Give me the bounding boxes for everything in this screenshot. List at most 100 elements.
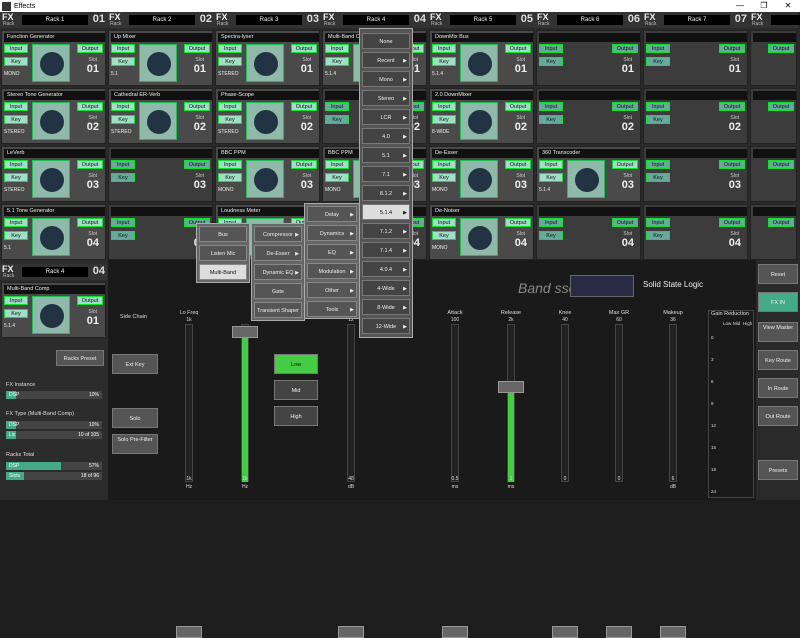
slot-name[interactable] xyxy=(646,207,747,216)
input-button[interactable]: Input xyxy=(4,218,28,227)
plugin-thumbnail[interactable] xyxy=(32,160,70,198)
format-option-7-1[interactable]: 7.1 ▶ xyxy=(362,166,410,182)
fader[interactable]: Makeup 36 6 dB xyxy=(658,310,688,638)
fader-knob[interactable] xyxy=(176,626,202,638)
in-route-button[interactable]: In Route xyxy=(758,378,798,398)
input-button[interactable]: Input xyxy=(325,102,349,111)
format-option-recent[interactable]: Recent ▶ xyxy=(362,52,410,68)
dynamics-transient-shaper[interactable]: Transient Shaper xyxy=(254,302,302,318)
output-button[interactable]: Output xyxy=(505,160,531,169)
slot-name[interactable] xyxy=(753,149,796,158)
rack-slot[interactable]: Input Key Output Slot 03 xyxy=(643,146,748,202)
slot-name[interactable]: Phase-Scope xyxy=(218,91,319,100)
format-option-4-0[interactable]: 4.0 ▶ xyxy=(362,128,410,144)
input-button[interactable]: Input xyxy=(325,160,349,169)
dynamics-compressor[interactable]: Compressor ▶ xyxy=(254,226,302,242)
key-button[interactable]: Key xyxy=(218,115,242,124)
input-button[interactable]: Input xyxy=(646,160,670,169)
rack-slot[interactable]: 5.1 Tone Generator Input Key Output 5.1 Slot 0… xyxy=(1,204,106,260)
input-button[interactable]: Input xyxy=(218,160,242,169)
slot-name[interactable]: Up Mixer xyxy=(111,33,212,42)
output-button[interactable]: Output xyxy=(612,44,638,53)
key-button[interactable]: Key xyxy=(4,115,28,124)
fader-knob[interactable] xyxy=(660,626,686,638)
rack-slot[interactable]: InputKeyOutputSlot02 xyxy=(536,88,641,144)
out-route-button[interactable]: Out Route xyxy=(758,406,798,426)
reset-button[interactable]: Reset xyxy=(758,264,798,284)
compressor-multi-band[interactable]: Multi-Band xyxy=(199,264,247,280)
output-button[interactable]: Output xyxy=(719,160,745,169)
slot-name[interactable]: BBC PPM xyxy=(218,149,319,158)
rack-name[interactable]: Rack 4 xyxy=(343,15,409,25)
rack-slot[interactable]: 360 Transcoder Input Key Output 5.1.4 Slot 03 xyxy=(536,146,641,202)
fx-in-button[interactable]: FX IN xyxy=(758,292,798,312)
fader-knob[interactable] xyxy=(338,626,364,638)
plugin-thumbnail[interactable] xyxy=(139,102,177,140)
rack-slot[interactable]: LeVerb Input Key Output STEREO Slot 03 xyxy=(1,146,106,202)
rack-name[interactable]: Rack 3 xyxy=(236,15,302,25)
slot-name[interactable]: Function Generator xyxy=(4,33,105,42)
racks-preset-button[interactable]: Racks Preset xyxy=(56,350,104,366)
slot-name[interactable] xyxy=(753,33,796,42)
rack-name[interactable]: Rack 6 xyxy=(557,15,623,25)
slot-name[interactable] xyxy=(753,207,796,216)
format-option-mono[interactable]: Mono ▶ xyxy=(362,71,410,87)
key-button[interactable]: Key xyxy=(325,57,349,66)
rack-slot[interactable]: Output xyxy=(750,30,797,86)
slot-name[interactable]: 2.0 DownMixer xyxy=(432,91,533,100)
minimize-button[interactable]: — xyxy=(728,0,752,12)
output-button[interactable]: Output xyxy=(291,44,317,53)
key-button[interactable]: Key xyxy=(218,57,242,66)
fader[interactable]: Lo Freq 1k 1k Hz xyxy=(174,310,204,638)
key-button[interactable]: Key xyxy=(432,231,456,240)
slot-name[interactable]: LeVerb xyxy=(4,149,105,158)
fader[interactable]: Knee 40 0 xyxy=(550,310,580,638)
key-button[interactable]: Key xyxy=(4,309,28,318)
input-button[interactable]: Input xyxy=(218,44,242,53)
solo-prefilter-button[interactable]: Solo Pre-Filter xyxy=(112,434,158,454)
input-button[interactable]: Input xyxy=(325,44,349,53)
format-option-stereo[interactable]: Stereo ▶ xyxy=(362,90,410,106)
rack-slot[interactable]: De-Esser Input Key Output MONO Slot 03 xyxy=(429,146,534,202)
format-option-none[interactable]: None xyxy=(362,33,410,49)
rack-slot[interactable]: Input Key Output Slot 01 xyxy=(643,30,748,86)
band-low-button[interactable]: Low xyxy=(274,354,318,374)
key-button[interactable]: Key xyxy=(432,173,456,182)
format-option-lcr[interactable]: LCR ▶ xyxy=(362,109,410,125)
key-button[interactable]: Key xyxy=(432,115,456,124)
format-option-4-wide[interactable]: 4-Wide ▶ xyxy=(362,280,410,296)
key-button[interactable]: Key xyxy=(111,231,135,240)
output-button[interactable]: Output xyxy=(768,160,794,169)
rack-slot[interactable]: BBC PPMInputKeyOutputMONOSlot03 xyxy=(215,146,320,202)
slot-name[interactable]: 5.1 Tone Generator xyxy=(4,207,105,216)
presets-button[interactable]: Presets xyxy=(758,460,798,480)
category-dynamics[interactable]: Dynamics ▶ xyxy=(307,225,357,241)
maximize-button[interactable]: ❐ xyxy=(752,0,776,12)
rack-name[interactable]: Rack 2 xyxy=(129,15,195,25)
key-button[interactable]: Key xyxy=(325,115,349,124)
input-button[interactable]: Input xyxy=(111,44,135,53)
format-option-7-1-4[interactable]: 7.1.4 ▶ xyxy=(362,242,410,258)
input-button[interactable]: Input xyxy=(539,160,563,169)
output-button[interactable]: Output xyxy=(77,44,103,53)
rack-slot[interactable]: 2.0 DownMixer Input Key Output 8-WIDE Slot 02 xyxy=(429,88,534,144)
plugin-thumbnail[interactable] xyxy=(460,44,498,82)
input-button[interactable]: Input xyxy=(432,102,456,111)
ext-key-button[interactable]: Ext Key xyxy=(112,354,158,374)
fader-knob[interactable] xyxy=(442,626,468,638)
input-button[interactable]: Input xyxy=(4,160,28,169)
key-button[interactable]: Key xyxy=(111,57,135,66)
rack-slot[interactable]: Function Generator Input Key Output MONO Slot… xyxy=(1,30,106,86)
rack-slot[interactable]: Input Key Output Slot 01 xyxy=(536,30,641,86)
input-button[interactable]: Input xyxy=(218,102,242,111)
category-delay[interactable]: Delay ▶ xyxy=(307,206,357,222)
slot-name[interactable]: Cathedral ER-Verb xyxy=(111,91,212,100)
rack-slot[interactable]: InputKeyOutputSlot02 xyxy=(643,88,748,144)
output-button[interactable]: Output xyxy=(612,218,638,227)
view-master-button[interactable]: View Master xyxy=(758,322,798,342)
slot-name[interactable] xyxy=(646,149,747,158)
rack-slot[interactable]: Stereo Tone Generator Input Key Output STERE… xyxy=(1,88,106,144)
format-option-8-wide[interactable]: 8-Wide ▶ xyxy=(362,299,410,315)
input-button[interactable]: Input xyxy=(111,160,135,169)
rack-name[interactable]: Rack 4 xyxy=(22,267,88,277)
